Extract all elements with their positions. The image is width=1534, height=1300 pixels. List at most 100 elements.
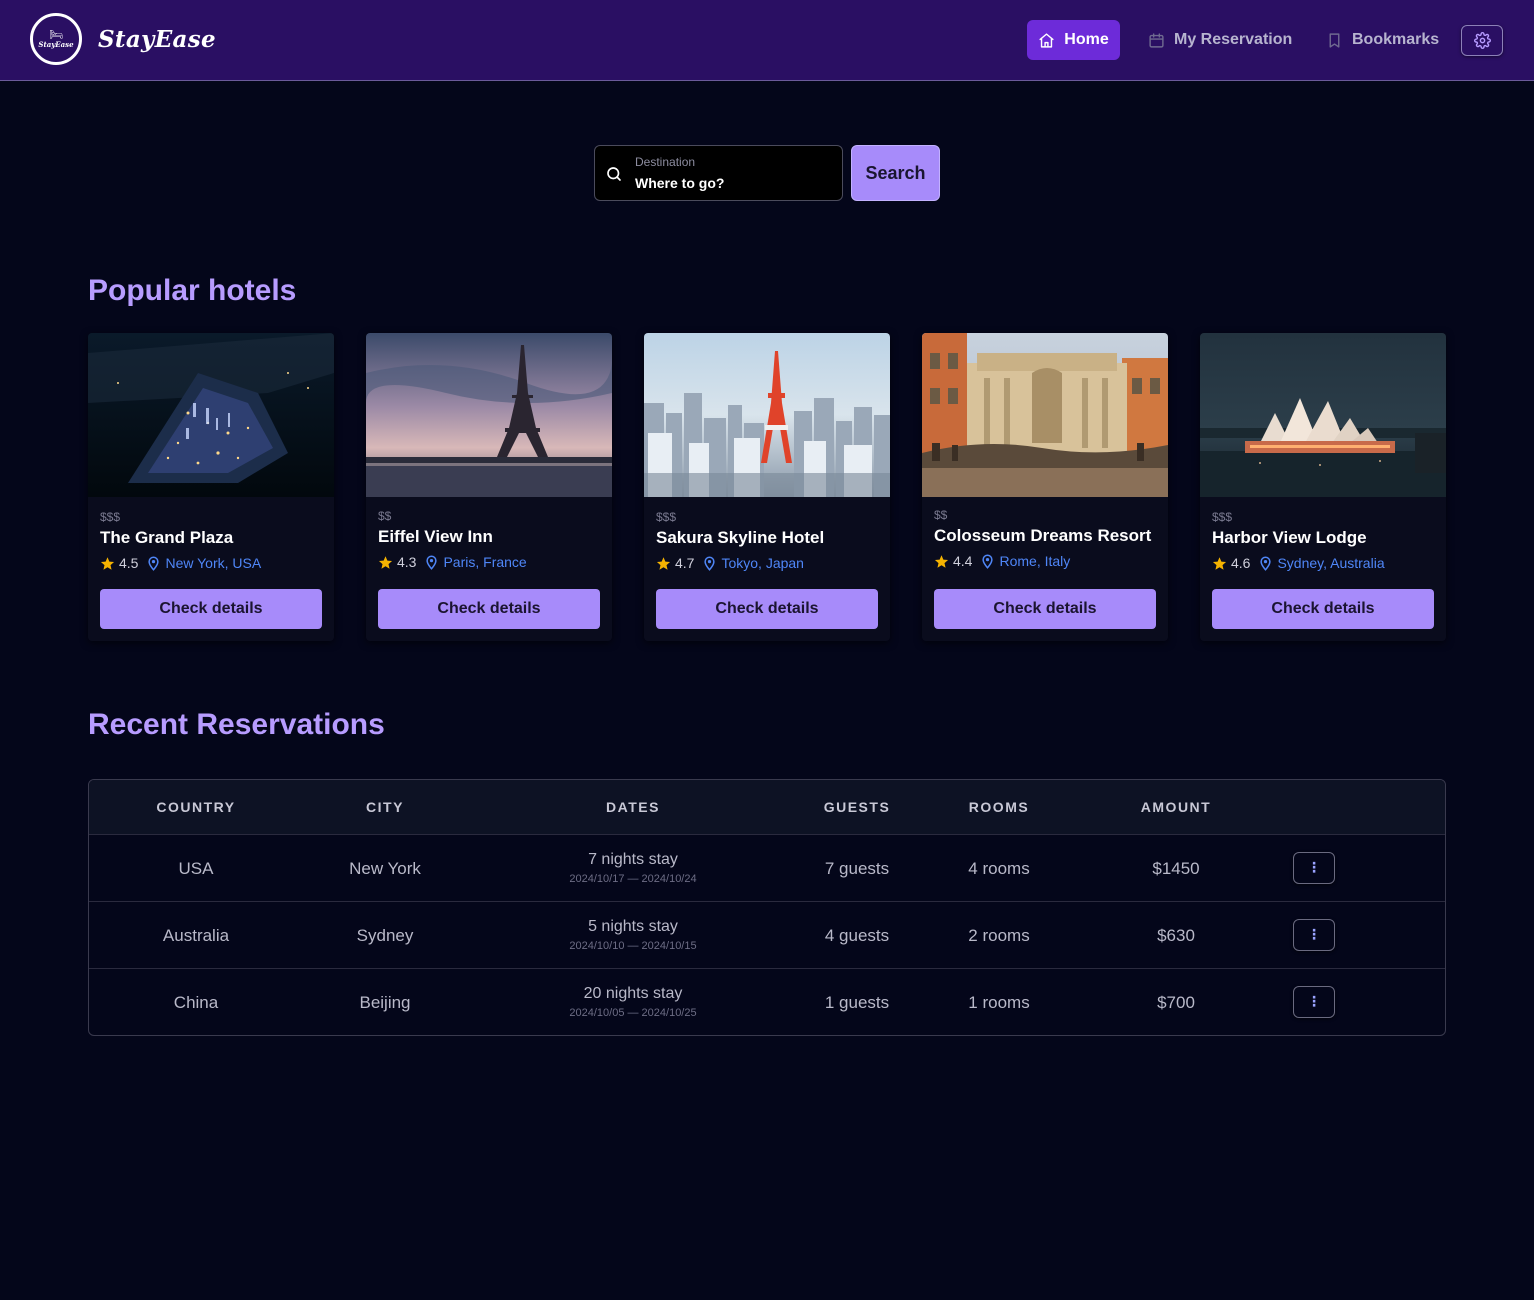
cell-rooms: 4 rooms	[968, 859, 1030, 878]
hotel-rating: 4.7	[675, 555, 695, 571]
hotel-card: $$$ Sakura Skyline Hotel 4.7 Tokyo, Japa…	[644, 333, 890, 641]
table-header: COUNTRY CITY DATES GUESTS ROOMS AMOUNT	[89, 780, 1445, 835]
hotel-location: Paris, France	[443, 554, 527, 570]
date-range: 2024/10/10 — 2024/10/15	[569, 940, 697, 952]
cell-country: China	[173, 993, 219, 1012]
vertical-dots-icon: ⋮	[1307, 859, 1321, 875]
star-icon	[378, 555, 393, 569]
hotel-location: New York, USA	[165, 555, 262, 571]
logo-text: StayEase	[38, 39, 74, 49]
hotel-name: The Grand Plaza	[100, 528, 234, 547]
nav-home-button[interactable]: Home	[1027, 20, 1120, 60]
hotel-price-level: $$$	[1212, 510, 1233, 524]
hotel-name: Colosseum Dreams Resort	[934, 526, 1152, 545]
cell-dates: 20 nights stay 2024/10/05 — 2024/10/25	[569, 985, 696, 1019]
nav-home-label: Home	[1064, 31, 1109, 48]
hotel-price-level: $$$	[656, 510, 677, 524]
nights-stay: 20 nights stay	[583, 985, 683, 1002]
cell-city: New York	[349, 859, 421, 878]
hotel-image-sydney[interactable]	[1200, 333, 1446, 497]
check-details-button[interactable]: Check details	[378, 589, 600, 629]
row-menu-button[interactable]: ⋮	[1293, 986, 1335, 1018]
star-icon	[656, 556, 671, 570]
cell-city: Sydney	[356, 926, 414, 945]
check-details-button[interactable]: Check details	[934, 589, 1156, 629]
check-details-button[interactable]: Check details	[1212, 589, 1434, 629]
gear-icon	[1473, 32, 1491, 49]
search-button[interactable]: Search	[851, 145, 940, 201]
destination-input[interactable]	[635, 174, 830, 192]
hotel-name: Sakura Skyline Hotel	[656, 528, 825, 547]
cell-country: USA	[178, 859, 214, 878]
nights-stay: 5 nights stay	[588, 918, 678, 935]
cell-dates: 5 nights stay 2024/10/10 — 2024/10/15	[569, 918, 696, 952]
column-header-guests: GUESTS	[823, 799, 891, 815]
hotel-meta: 4.7 Tokyo, Japan	[656, 555, 804, 571]
home-icon	[1039, 32, 1054, 48]
recent-reservations-title: Recent Reservations	[88, 708, 385, 741]
hotel-location: Tokyo, Japan	[721, 555, 804, 571]
destination-label: Destination	[635, 155, 696, 169]
hotel-rating: 4.5	[119, 555, 139, 571]
hotel-price-level: $$	[934, 508, 948, 522]
map-pin-icon	[704, 556, 716, 571]
date-range: 2024/10/05 — 2024/10/25	[569, 1007, 697, 1019]
bed-icon: 🛏︎	[49, 28, 63, 41]
hotel-card: $$$ Harbor View Lodge 4.6 Sydney, Austra…	[1200, 333, 1446, 641]
hotel-name: Harbor View Lodge	[1212, 528, 1367, 547]
hotel-card: $$$ The Grand Plaza 4.5 New York, USA Ch…	[88, 333, 334, 641]
map-pin-icon	[1260, 556, 1272, 571]
nights-stay: 7 nights stay	[588, 851, 678, 868]
check-details-button[interactable]: Check details	[656, 589, 878, 629]
cell-guests: 4 guests	[824, 926, 890, 945]
table-row: USA New York 7 nights stay 2024/10/17 — …	[89, 835, 1445, 902]
reservations-table: COUNTRY CITY DATES GUESTS ROOMS AMOUNT U…	[88, 779, 1446, 1036]
check-details-button[interactable]: Check details	[100, 589, 322, 629]
hotel-image-tokyo[interactable]	[644, 333, 890, 497]
star-icon	[1212, 556, 1227, 570]
cell-dates: 7 nights stay 2024/10/17 — 2024/10/24	[569, 851, 696, 885]
nav-bookmarks-label: Bookmarks	[1352, 31, 1440, 48]
cell-amount: $700	[1157, 993, 1195, 1012]
cell-guests: 1 guests	[824, 993, 890, 1012]
row-menu-button[interactable]: ⋮	[1293, 852, 1335, 884]
brand-logo-link[interactable]: 🛏︎ StayEase StayEase	[30, 13, 216, 65]
cell-country: Australia	[162, 926, 230, 945]
star-icon	[934, 554, 949, 568]
settings-button[interactable]	[1461, 25, 1503, 56]
column-header-dates: DATES	[606, 799, 660, 815]
hotel-card: $$ Eiffel View Inn 4.3 Paris, France Che…	[366, 333, 612, 641]
table-row: Australia Sydney 5 nights stay 2024/10/1…	[89, 902, 1445, 969]
hotel-name: Eiffel View Inn	[378, 527, 493, 546]
hotel-rating: 4.3	[397, 554, 417, 570]
calendar-icon	[1149, 32, 1164, 48]
vertical-dots-icon: ⋮	[1307, 926, 1321, 942]
top-navbar: 🛏︎ StayEase StayEase Home My Reservation…	[0, 0, 1534, 81]
table-row: China Beijing 20 nights stay 2024/10/05 …	[89, 969, 1445, 1035]
hotel-price-level: $$	[378, 509, 392, 523]
map-pin-icon	[982, 554, 994, 569]
logo-emblem: 🛏︎ StayEase	[30, 13, 82, 65]
destination-search-box[interactable]: Destination	[594, 145, 843, 201]
hotel-location: Rome, Italy	[999, 553, 1071, 569]
row-menu-button[interactable]: ⋮	[1293, 919, 1335, 951]
nav-bookmarks-link[interactable]: Bookmarks	[1326, 20, 1439, 60]
column-header-rooms: ROOMS	[968, 799, 1030, 815]
brand-name: StayEase	[98, 25, 216, 53]
hotel-meta: 4.6 Sydney, Australia	[1212, 555, 1385, 571]
map-pin-icon	[426, 555, 438, 570]
hotel-image-paris[interactable]	[366, 333, 612, 497]
cell-rooms: 2 rooms	[968, 926, 1030, 945]
hotel-meta: 4.5 New York, USA	[100, 555, 261, 571]
column-header-country: COUNTRY	[156, 799, 236, 815]
hotel-image-rome[interactable]	[922, 333, 1168, 497]
map-pin-icon	[148, 556, 160, 571]
hotel-card: $$ Colosseum Dreams Resort 4.4 Rome, Ita…	[922, 333, 1168, 641]
popular-hotels-title: Popular hotels	[88, 274, 297, 307]
hotel-image-new-york[interactable]	[88, 333, 334, 497]
cell-city: Beijing	[359, 993, 411, 1012]
column-header-amount: AMOUNT	[1140, 799, 1212, 815]
nav-reservation-link[interactable]: My Reservation	[1148, 20, 1292, 60]
search-icon	[607, 167, 621, 181]
nav-reservation-label: My Reservation	[1174, 31, 1293, 48]
